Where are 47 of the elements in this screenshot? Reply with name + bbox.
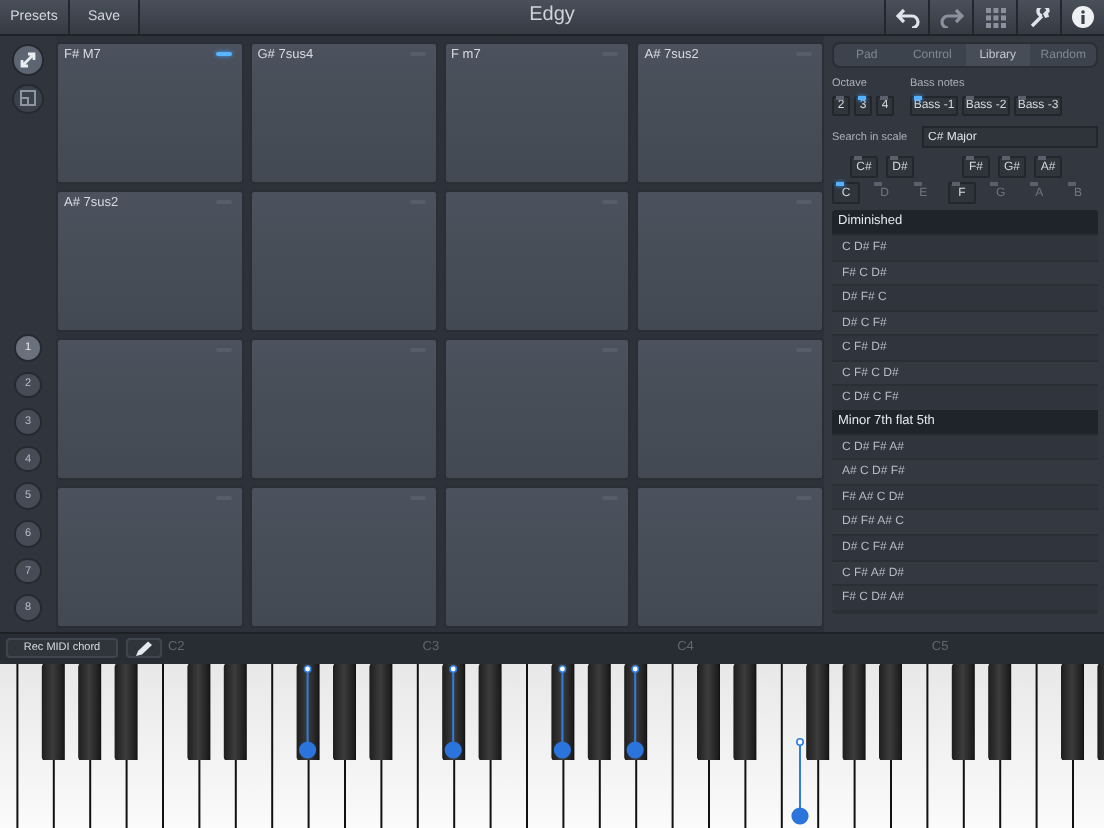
sharp-key[interactable] [842, 664, 865, 760]
redo-icon[interactable] [939, 7, 963, 27]
piano-key[interactable] [54, 664, 90, 828]
piano-key[interactable] [746, 664, 781, 828]
window-title: Edgy [527, 4, 577, 26]
resize-arrow-icon [16, 47, 40, 72]
piano-key[interactable] [600, 664, 636, 828]
piano-key[interactable] [892, 664, 927, 828]
piano-key[interactable] [455, 664, 490, 828]
piano-key[interactable] [200, 664, 235, 828]
tool-button[interactable] [12, 44, 44, 76]
piano-key[interactable] [1001, 664, 1036, 828]
piano-key[interactable] [855, 664, 890, 828]
grid-icon[interactable] [985, 7, 1005, 27]
pencil-icon [134, 639, 154, 657]
piano-key[interactable] [673, 664, 708, 828]
square-icon [16, 86, 40, 111]
sharp-key[interactable] [114, 664, 137, 760]
piano-key[interactable] [127, 664, 162, 828]
wrench-icon[interactable] [1029, 7, 1049, 27]
sharp-key[interactable] [587, 664, 610, 760]
undo-icon[interactable] [895, 7, 919, 27]
piano-key[interactable] [91, 664, 126, 828]
piano-key[interactable] [164, 664, 199, 828]
piano-key[interactable] [1037, 664, 1072, 828]
note-marker[interactable] [791, 738, 809, 825]
piano-key[interactable] [928, 664, 963, 828]
piano-key[interactable] [418, 664, 454, 828]
piano-key[interactable] [273, 664, 308, 828]
piano-key[interactable] [528, 664, 563, 828]
piano-key[interactable] [1074, 664, 1104, 828]
piano-key[interactable] [309, 664, 344, 828]
sharp-key[interactable] [478, 664, 501, 760]
pencil-button[interactable] [126, 638, 162, 658]
sharp-key[interactable] [223, 664, 246, 760]
sharp-key[interactable] [951, 664, 974, 760]
piano-key[interactable] [236, 664, 272, 828]
piano-key[interactable] [346, 664, 381, 828]
info-icon[interactable] [1072, 6, 1094, 28]
piano-key[interactable] [710, 664, 745, 828]
piano-key[interactable] [564, 664, 599, 828]
piano-key[interactable] [382, 664, 417, 828]
piano-key[interactable] [964, 664, 1000, 828]
piano-key[interactable] [491, 664, 526, 828]
piano-key[interactable] [819, 664, 854, 828]
piano-key[interactable] [637, 664, 672, 828]
sharp-key[interactable] [41, 664, 64, 760]
